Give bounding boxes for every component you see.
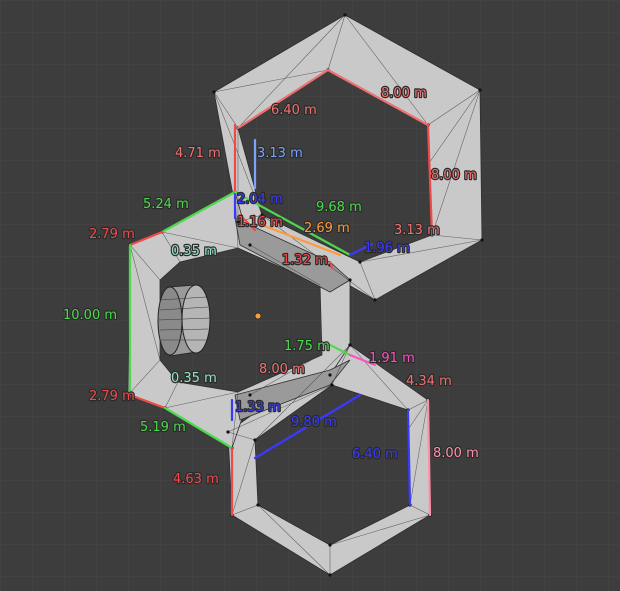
3d-viewport[interactable]: 6.40 m 8.00 m 8.00 m 4.71 m 3.13 m 3.13 … [0,0,620,591]
mesh-vertex [226,430,230,434]
measure-label: 1.91 m [369,351,415,366]
measure-label: 8.00 m [431,168,477,183]
measure-label: 1.33 m [235,400,281,415]
mesh-vertex [478,88,482,92]
measure-label: 6.40 m [352,447,398,462]
measure-label: 2.79 m [89,389,135,404]
measure-label: 8.00 m [259,362,305,377]
measure-label: 1.75 m [284,339,330,354]
measure-label: 1.96 m [364,241,410,256]
mesh-vertex [343,13,347,17]
mesh-vertex [348,278,352,282]
mesh-vertex [256,503,260,507]
measure-label: 10.00 m [63,308,117,323]
mesh-vertex [373,298,377,302]
mesh-vertex [358,260,362,264]
measure-label: 3.13 m [394,223,440,238]
measure-label: 2.04 m [237,192,283,207]
measure-label: 2.69 m [304,221,350,236]
mesh-vertex [328,543,332,547]
mesh-scene[interactable]: 6.40 m 8.00 m 8.00 m 4.71 m 3.13 m 3.13 … [0,0,620,591]
mesh-vertex [248,393,252,397]
mesh-vertex [348,343,352,347]
mesh-vertex [253,438,257,442]
viewport-grid [0,0,620,591]
mesh-vertex [248,243,252,247]
mesh-vertex [330,383,334,387]
mesh-vertex [212,90,216,94]
cylinder-object[interactable] [157,284,211,357]
measure-label: 5.24 m [143,197,189,212]
measure-label: 1.32 m [282,253,328,268]
mesh-vertex [328,373,332,377]
measure-label: 4.34 m [406,374,452,389]
measure-label: 4.71 m [175,146,221,161]
measure-label: 8.00 m [381,86,427,101]
measure-label: 9.80 m [291,415,337,430]
mesh-vertex [480,238,484,242]
measure-label: 4.63 m [173,472,219,487]
measure-label: 2.79 m [89,227,135,242]
measure-label: 5.19 m [140,420,186,435]
measure-label: 1.16 m [237,215,283,230]
measure-label: 3.13 m [257,146,303,161]
measure-label: 6.40 m [271,103,317,118]
mesh-vertex [328,573,332,577]
measure-label: 8.00 m [433,446,479,461]
measure-label: 9.68 m [316,200,362,215]
measure-label: 0.35 m [171,371,217,386]
measure-label: 0.35 m [171,244,217,259]
object-origin-dot [254,312,262,320]
